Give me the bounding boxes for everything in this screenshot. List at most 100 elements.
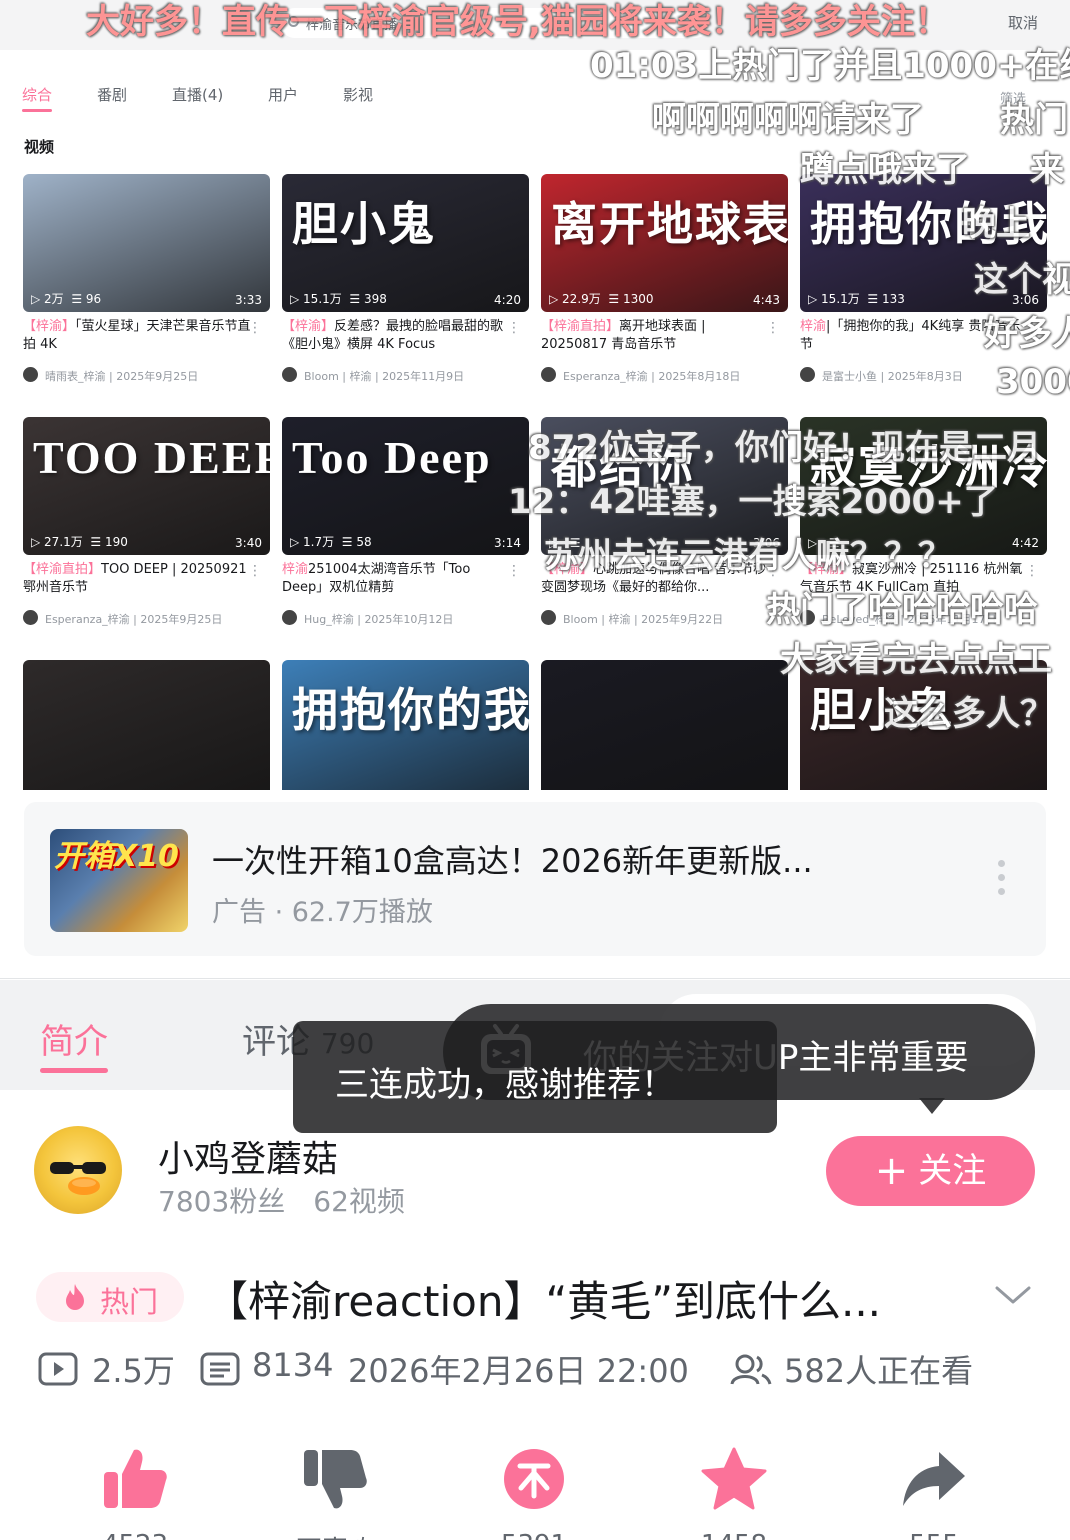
more-vertical-icon: ⋮ <box>766 320 780 336</box>
video-result-tab: 番剧 <box>97 86 128 104</box>
video-title[interactable]: 【梓渝reaction】“黄毛”到底什么... <box>206 1268 946 1329</box>
video-player[interactable]: 梓渝音乐节直播 取消 综合 番剧 直播(4) 用户 影视 筛选 视频 ▷ 2万 … <box>0 0 1070 790</box>
result-danmaku-icon: ☰ <box>349 292 364 306</box>
video-result-card: 离开地球表面▷ 22.9万 ☰ 13004:43【梓渝直拍】离开地球表面 | 2… <box>541 174 788 384</box>
result-views: 15.1万 <box>303 292 342 306</box>
result-danmaku-icon: ☰ <box>341 535 357 549</box>
dislike-button[interactable]: 不喜欢 <box>275 1444 395 1540</box>
result-uploader-name: Bloom <box>563 613 598 626</box>
like-button[interactable]: 4523 <box>75 1444 195 1540</box>
chevron-down-icon[interactable] <box>994 1280 1032 1308</box>
result-uploader-name: BeLoved_梓渝 <box>822 613 897 626</box>
share-count: 555 <box>874 1530 994 1540</box>
uploader-fans: 7803粉丝 <box>158 1185 286 1218</box>
follow-button[interactable]: + 关注 <box>826 1136 1035 1206</box>
hot-badge[interactable]: 热门 <box>36 1272 184 1322</box>
video-result-card: 胆小鬼▷ ☰ | ⋮ <box>800 660 1047 790</box>
result-danmaku-icon: ☰ <box>828 536 840 550</box>
more-vertical-icon[interactable] <box>998 860 1006 902</box>
result-title-text: |「拥抱你的我」4K纯享 贵阳音乐节 <box>800 319 1021 352</box>
thumbnail-overlay-text: 胆小鬼 <box>810 685 954 736</box>
result-date: 梓渝 | 2025年9月22日 <box>608 613 724 626</box>
thumbnail-meta: ▷ ☰ <box>808 536 1039 550</box>
result-uploader: Bloom | 梓渝 | 2025年11月9日 <box>282 367 529 384</box>
result-danmaku: 398 <box>364 292 387 306</box>
tab-intro[interactable]: 简介 <box>40 1014 108 1073</box>
result-date: 梓渝 | 2025年11月9日 <box>349 370 465 383</box>
thumbnail-overlay-text: 寂寞沙洲冷 <box>810 442 1047 493</box>
result-duration: 4:43 <box>753 293 780 307</box>
result-uploader: BeLoved_梓渝 | 2025年11月17日 <box>800 610 1047 627</box>
thumbnail-overlay-text: 胆小鬼 <box>292 199 436 250</box>
result-play-icon: ▷ <box>549 536 563 550</box>
result-uploader-name: 是富士小鱼 <box>822 370 877 383</box>
thumbnail-meta: ▷ 2万 ☰ 96 <box>31 290 262 307</box>
video-result-card: TOO DEEP ▷ 27.1万 ☰ 190 3:40 【梓渝直拍】TOO DEEP … <box>23 417 270 627</box>
result-duration: 4:20 <box>494 293 521 307</box>
video-search-bar: 梓渝音乐节直播 取消 <box>0 0 1070 50</box>
like-count: 4523 <box>75 1530 195 1540</box>
video-section-title: 视频 <box>24 138 55 156</box>
video-result-thumbnail: TOO DEEP ▷ 27.1万 ☰ 190 3:40 <box>23 417 270 555</box>
result-date: 2025年9月25日 <box>140 613 223 626</box>
video-result-thumbnail: 胆小鬼▷ ☰ <box>800 660 1047 790</box>
more-vertical-icon: ⋮ <box>1025 563 1039 579</box>
hot-badge-label: 热门 <box>100 1285 159 1319</box>
tab-intro-label: 简介 <box>40 1022 108 1062</box>
video-result-card: 寂寞沙洲冷 ▷ ☰ 4:42 【梓渝】寂寞沙洲冷 | 251116 杭州氧气音乐节 … <box>800 417 1047 627</box>
thumbnail-meta: ▷ ☰ <box>549 536 780 550</box>
thumbnail-meta: ▷ 1.7万 ☰ 58 <box>290 533 521 550</box>
dislike-label: 不喜欢 <box>275 1530 395 1540</box>
result-title: 【梓渝】「萤火星球」天津芒果音乐节直拍 4K <box>23 318 270 354</box>
result-views: 15.1万 <box>821 292 860 306</box>
video-result-thumbnail: ▷ ☰ <box>23 660 270 790</box>
danmaku-count-value: 8134 <box>252 1346 334 1384</box>
uploader-name[interactable]: 小鸡登蘑菇 <box>158 1130 338 1182</box>
share-button[interactable]: 555 <box>874 1444 994 1540</box>
result-title-tag: 【梓渝直拍】 <box>541 319 620 334</box>
video-result-thumbnail: 离开地球表面▷ 22.9万 ☰ 13004:43 <box>541 174 788 312</box>
ad-title: 一次性开箱10盒高达！2026新年更新版... <box>212 842 813 880</box>
favorite-count: 1458 <box>674 1530 794 1540</box>
triple-success-toast: 三连成功，感谢推荐！ <box>293 1021 777 1133</box>
coin-button[interactable]: 5391 <box>474 1444 594 1540</box>
danmaku-comment: 啊啊啊啊啊请来了 <box>652 100 924 140</box>
result-play-icon: ▷ <box>31 292 45 306</box>
video-result-thumbnail: ▷ 2万 ☰ 96 3:33 <box>23 174 270 312</box>
result-title-tag: 【梓渝】 <box>541 562 594 577</box>
thumbnail-meta: ▷ 15.1万 ☰ 398 <box>290 290 521 307</box>
result-duration: 3:14 <box>494 536 521 550</box>
ad-thumbnail: 开箱X10 <box>50 829 188 932</box>
result-duration: 3:06 <box>1012 293 1039 307</box>
result-uploader: 是富士小鱼 | 2025年8月3日 <box>800 367 1047 384</box>
video-result-thumbnail: 拥抱你的我 ▷ 15.1万 ☰ 133 3:06 <box>800 174 1047 312</box>
result-uploader-name: Hug_梓渝 <box>304 613 354 626</box>
more-vertical-icon: ⋮ <box>1025 320 1039 336</box>
result-play-icon: ▷ <box>31 535 45 549</box>
play-count-icon <box>38 1352 78 1386</box>
result-uploader: Esperanza_梓渝 | 2025年9月25日 <box>23 610 270 627</box>
divider <box>0 978 1070 979</box>
result-danmaku: 96 <box>85 292 102 306</box>
result-danmaku-icon: ☰ <box>608 292 623 306</box>
video-result-card: Too Deep ▷ 1.7万 ☰ 58 3:14 梓渝251004太湖湾音乐节「To… <box>282 417 529 627</box>
thumbnail-overlay-text: 拥抱你的我 <box>810 199 1047 250</box>
video-result-card: ▷ ☰ | ⋮ <box>541 660 788 790</box>
result-duration: 3:40 <box>235 536 262 550</box>
result-title: 梓渝|「拥抱你的我」4K纯享 贵阳音乐节 <box>800 318 1047 354</box>
result-play-icon: ▷ <box>808 536 822 550</box>
result-duration: 4:42 <box>1012 536 1039 550</box>
video-result-thumbnail: 寂寞沙洲冷 ▷ ☰ 4:42 <box>800 417 1047 555</box>
result-play-icon: ▷ <box>808 292 822 306</box>
avatar[interactable] <box>34 1126 122 1214</box>
watching-now-value: 582人正在看 <box>784 1352 974 1390</box>
favorite-button[interactable]: 1458 <box>674 1444 794 1540</box>
result-duration: 3:33 <box>235 293 262 307</box>
video-result-thumbnail: Too Deep ▷ 1.7万 ☰ 58 3:14 <box>282 417 529 555</box>
duck-avatar-icon <box>50 1162 106 1195</box>
ad-card[interactable]: 开箱X10 一次性开箱10盒高达！2026新年更新版... 广告 · 62.7万… <box>24 802 1046 956</box>
more-vertical-icon: ⋮ <box>507 320 521 336</box>
thumbs-up-icon <box>104 1449 167 1508</box>
search-icon <box>288 16 299 27</box>
result-uploader: Esperanza_梓渝 | 2025年8月18日 <box>541 367 788 384</box>
